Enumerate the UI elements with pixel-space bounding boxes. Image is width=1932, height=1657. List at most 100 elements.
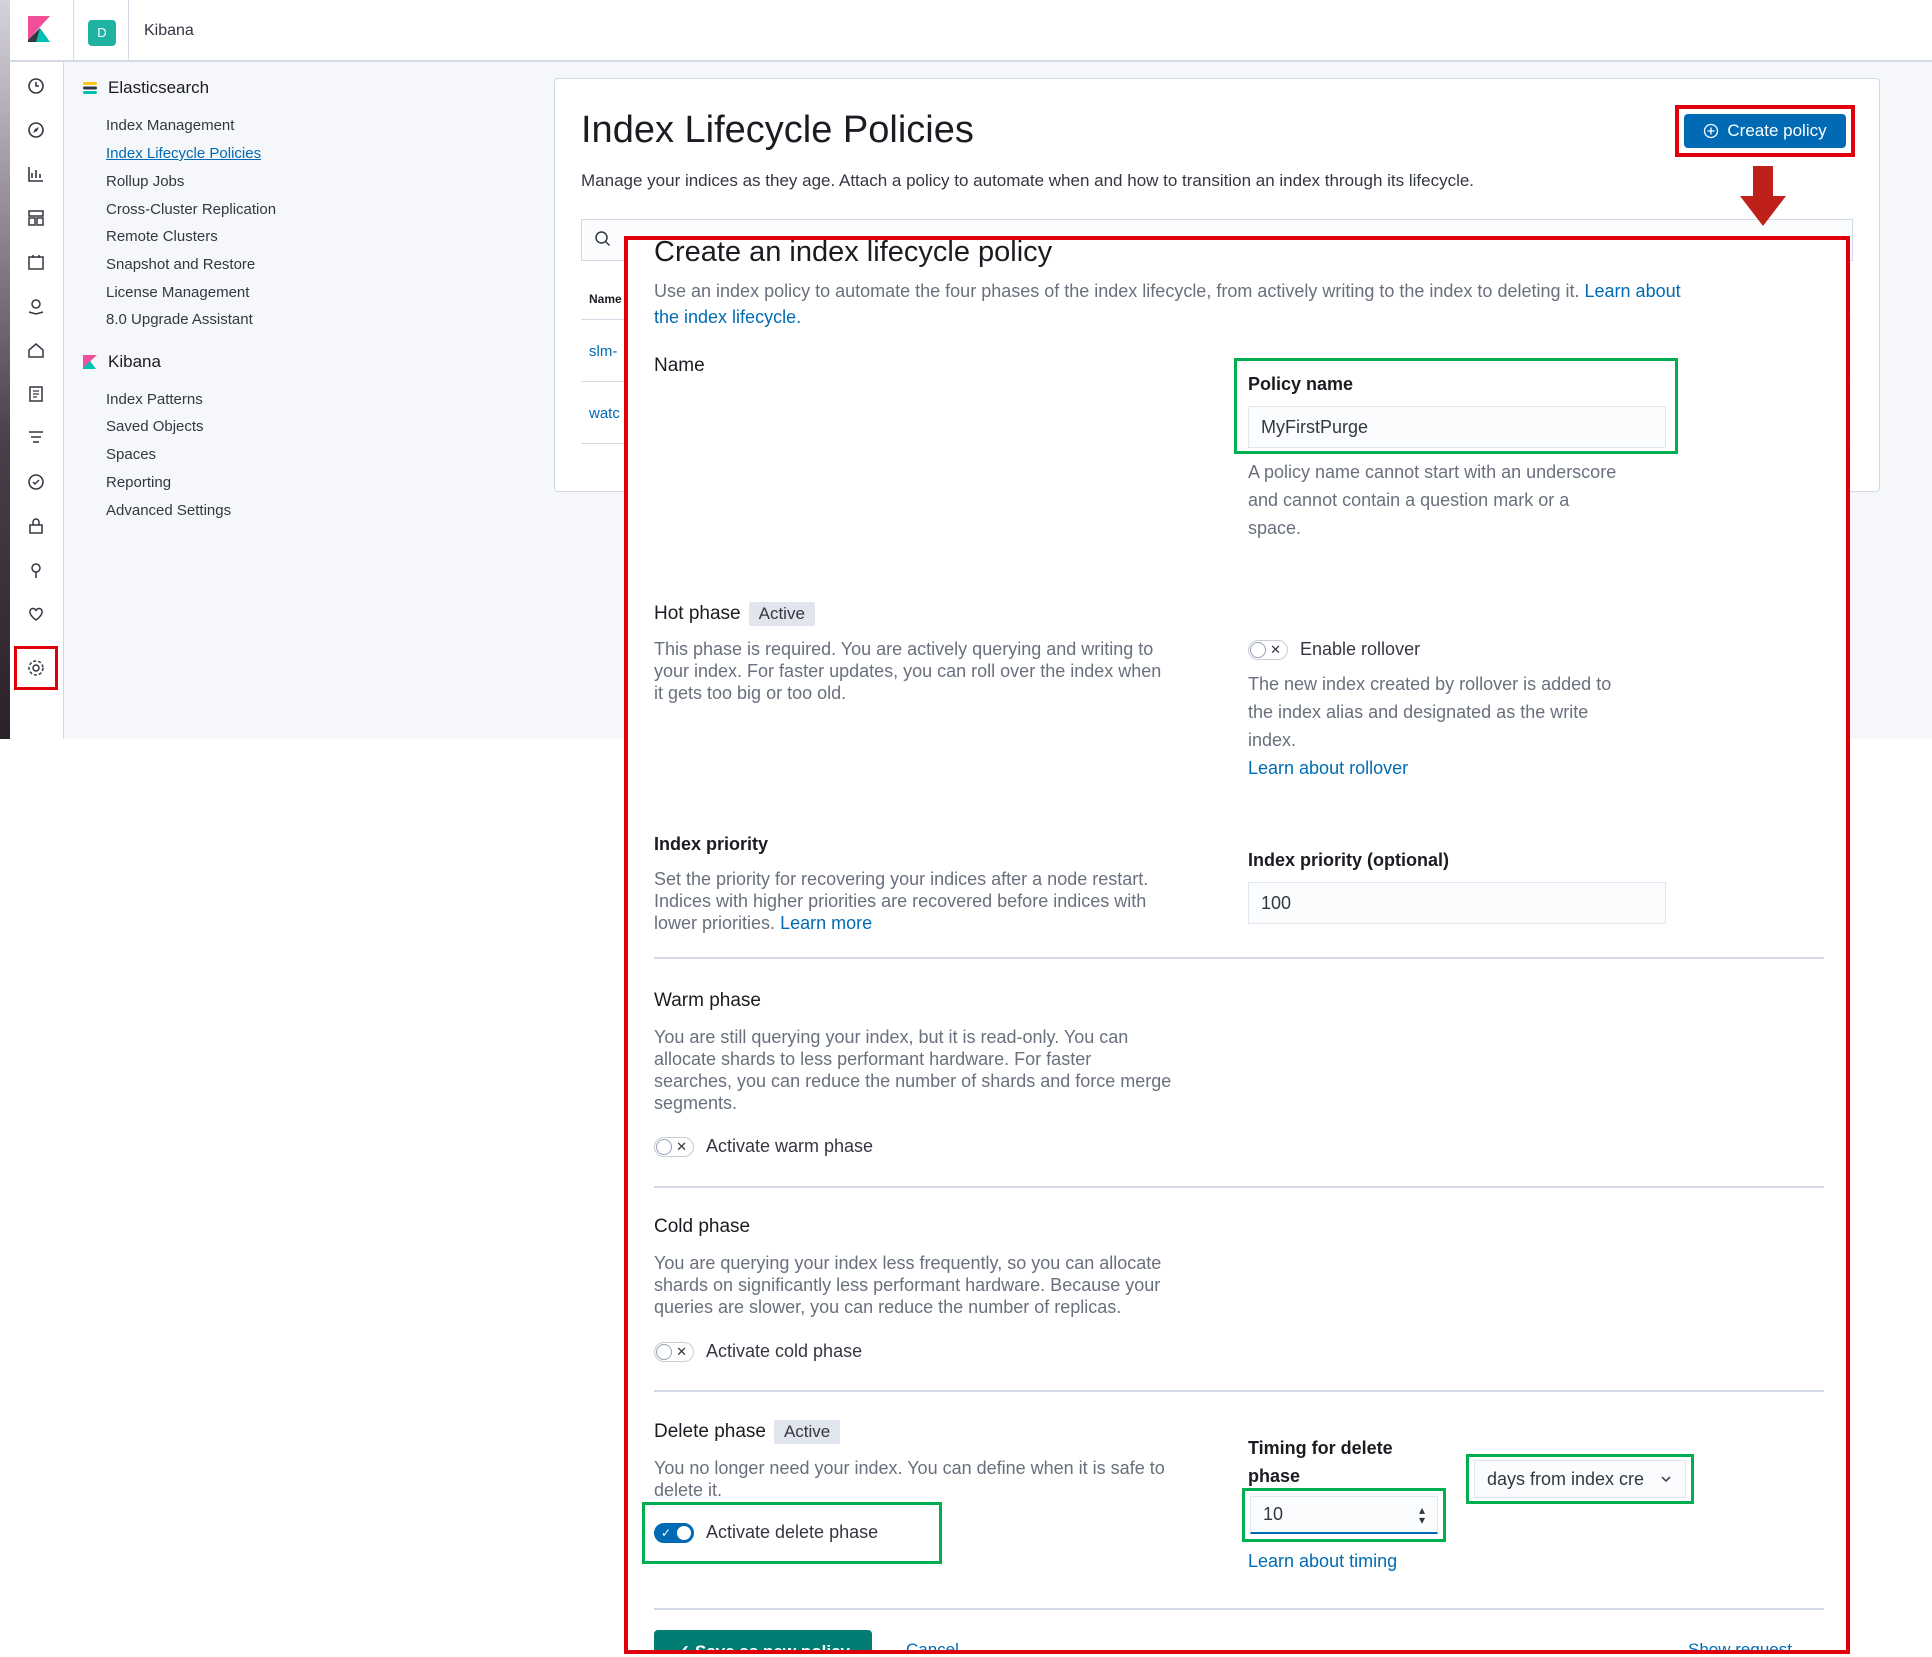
cold-phase-title: Cold phase <box>654 1216 751 1237</box>
kibana-logo-icon <box>83 355 97 369</box>
number-stepper-icon[interactable]: ▴ ▾ <box>1419 1504 1425 1526</box>
policy-name-help: A policy name cannot start with an under… <box>1248 458 1616 542</box>
sidebar-item-upgrade-assistant[interactable]: 8.0 Upgrade Assistant <box>106 311 253 328</box>
timing-label-line: phase <box>1248 1466 1301 1486</box>
table-header-name[interactable]: Name <box>589 292 622 306</box>
learn-timing-link[interactable]: Learn about timing <box>1248 1550 1397 1572</box>
learn-rollover-link[interactable]: Learn about rollover <box>1248 754 1611 782</box>
siem-lock-icon[interactable] <box>24 514 48 538</box>
delete-toggle-label: Activate delete phase <box>706 1522 879 1542</box>
kibana-section: Kibana <box>82 352 161 372</box>
activate-delete-phase-toggle[interactable]: ✓ Activate delete phase <box>654 1522 878 1543</box>
uptime-icon[interactable] <box>24 470 48 494</box>
save-as-new-policy-button[interactable]: ✓ Save as new policy <box>654 1630 872 1654</box>
cold-toggle-label: Activate cold phase <box>706 1341 863 1361</box>
delete-phase-title: Delete phase Active <box>654 1420 841 1444</box>
page-title: Index Lifecycle Policies <box>581 109 974 151</box>
timing-value-input[interactable]: 10 ▴ ▾ <box>1250 1496 1438 1534</box>
sidebar-item-index-lifecycle-policies[interactable]: Index Lifecycle Policies <box>106 145 261 162</box>
index-priority-input[interactable]: 100 <box>1248 882 1666 924</box>
dev-tools-icon[interactable] <box>24 558 48 582</box>
breadcrumb: Kibana <box>144 22 194 39</box>
section-title: Elasticsearch <box>108 78 210 97</box>
desc-line: shards on significantly less performant … <box>654 1275 1161 1295</box>
save-label: Save as new policy <box>695 1642 850 1654</box>
learn-lifecycle-link[interactable]: Learn about <box>1585 281 1681 301</box>
sidebar-item-spaces[interactable]: Spaces <box>106 446 156 463</box>
timing-unit-value: days from index cre <box>1487 1468 1645 1489</box>
sidebar-item-remote-clusters[interactable]: Remote Clusters <box>106 228 218 245</box>
delete-switch[interactable]: ✓ <box>654 1522 694 1543</box>
recent-clock-icon[interactable] <box>24 74 48 98</box>
switch-off-icon: ✕ <box>1270 641 1281 657</box>
space-avatar[interactable]: D <box>88 20 116 46</box>
sidebar-item-saved-objects[interactable]: Saved Objects <box>106 418 204 435</box>
warm-switch[interactable]: ✕ <box>654 1136 694 1157</box>
desc-line: Set the priority for recovering your ind… <box>654 869 1149 889</box>
discover-compass-icon[interactable] <box>24 118 48 142</box>
section-divider <box>654 1186 1824 1188</box>
timing-label: Timing for delete phase <box>1248 1434 1393 1490</box>
hot-phase-label: Hot phase <box>654 603 741 624</box>
warm-toggle-label: Activate warm phase <box>706 1136 874 1156</box>
activate-warm-phase-toggle[interactable]: ✕ Activate warm phase <box>654 1136 873 1157</box>
desc-text: lower priorities. <box>654 913 776 933</box>
elasticsearch-section: Elasticsearch <box>82 78 209 98</box>
desc-line: This phase is required. You are actively… <box>654 639 1154 659</box>
create-policy-flyout: Create an index lifecycle policy Use an … <box>624 236 1850 1654</box>
rollover-switch[interactable]: ✕ <box>1248 639 1288 660</box>
header-divider <box>128 0 129 60</box>
desc-line: You are still querying your index, but i… <box>654 1027 1129 1047</box>
desc-line: allocate shards to less performant hardw… <box>654 1049 1092 1069</box>
section-title: Kibana <box>108 352 161 371</box>
apm-icon[interactable] <box>24 426 48 450</box>
maps-icon[interactable] <box>24 294 48 318</box>
policy-name-input[interactable]: MyFirstPurge <box>1248 406 1666 448</box>
create-policy-label: Create policy <box>1727 121 1827 140</box>
sidebar-item-index-management[interactable]: Index Management <box>106 117 234 134</box>
cold-switch[interactable]: ✕ <box>654 1341 694 1362</box>
enable-rollover-toggle[interactable]: ✕ Enable rollover <box>1248 639 1420 660</box>
switch-knob <box>1250 641 1266 658</box>
index-priority-title: Index priority <box>654 834 769 854</box>
flyout-intro-text: Use an index policy to automate the four… <box>654 281 1580 301</box>
visualize-chart-icon[interactable] <box>24 162 48 186</box>
desc-line: searches, you can reduce the number of s… <box>654 1071 1172 1091</box>
plus-circle-icon <box>1704 123 1719 139</box>
elasticsearch-logo-icon <box>83 82 97 94</box>
sidebar-item-reporting[interactable]: Reporting <box>106 474 171 491</box>
kibana-logo-icon[interactable] <box>24 14 54 44</box>
policy-row-link[interactable]: slm- <box>589 343 617 360</box>
desc-line: Indices with higher priorities are recov… <box>654 891 1147 911</box>
canvas-icon[interactable] <box>24 250 48 274</box>
delete-phase-active-badge: Active <box>773 1420 841 1444</box>
sidebar-item-license-management[interactable]: License Management <box>106 284 249 301</box>
sidebar-item-rollup-jobs[interactable]: Rollup Jobs <box>106 173 184 190</box>
help-line: A policy name cannot start with an under… <box>1248 462 1617 482</box>
create-policy-button[interactable]: Create policy <box>1684 114 1846 148</box>
activate-cold-phase-toggle[interactable]: ✕ Activate cold phase <box>654 1341 862 1362</box>
show-request-link[interactable]: Show request <box>1688 1640 1792 1650</box>
monitoring-heart-icon[interactable] <box>24 602 48 626</box>
hot-phase-description: This phase is required. You are actively… <box>654 638 1161 704</box>
logs-icon[interactable] <box>24 382 48 406</box>
switch-off-icon: ✕ <box>676 1138 687 1154</box>
down-arrow-icon <box>1740 166 1786 226</box>
cancel-link[interactable]: Cancel <box>906 1640 959 1650</box>
sidebar-item-advanced-settings[interactable]: Advanced Settings <box>106 502 231 519</box>
sidebar-item-index-patterns[interactable]: Index Patterns <box>106 391 203 408</box>
sidebar-item-cross-cluster-replication[interactable]: Cross-Cluster Replication <box>106 201 276 218</box>
learn-lifecycle-link[interactable]: the index lifecycle. <box>654 307 801 327</box>
learn-more-link[interactable]: Learn more <box>780 913 872 933</box>
dashboard-icon[interactable] <box>24 206 48 230</box>
management-gear-icon[interactable] <box>14 646 58 690</box>
policy-row-link[interactable]: watc <box>589 405 620 422</box>
timing-unit-select[interactable]: days from index cre <box>1474 1460 1686 1498</box>
warm-phase-title: Warm phase <box>654 990 761 1011</box>
section-divider <box>654 957 1824 959</box>
switch-off-icon: ✕ <box>676 1343 687 1359</box>
delete-phase-label: Delete phase <box>654 1421 766 1442</box>
infrastructure-icon[interactable] <box>24 338 48 362</box>
side-nav <box>10 62 64 739</box>
sidebar-item-snapshot-and-restore[interactable]: Snapshot and Restore <box>106 256 255 273</box>
